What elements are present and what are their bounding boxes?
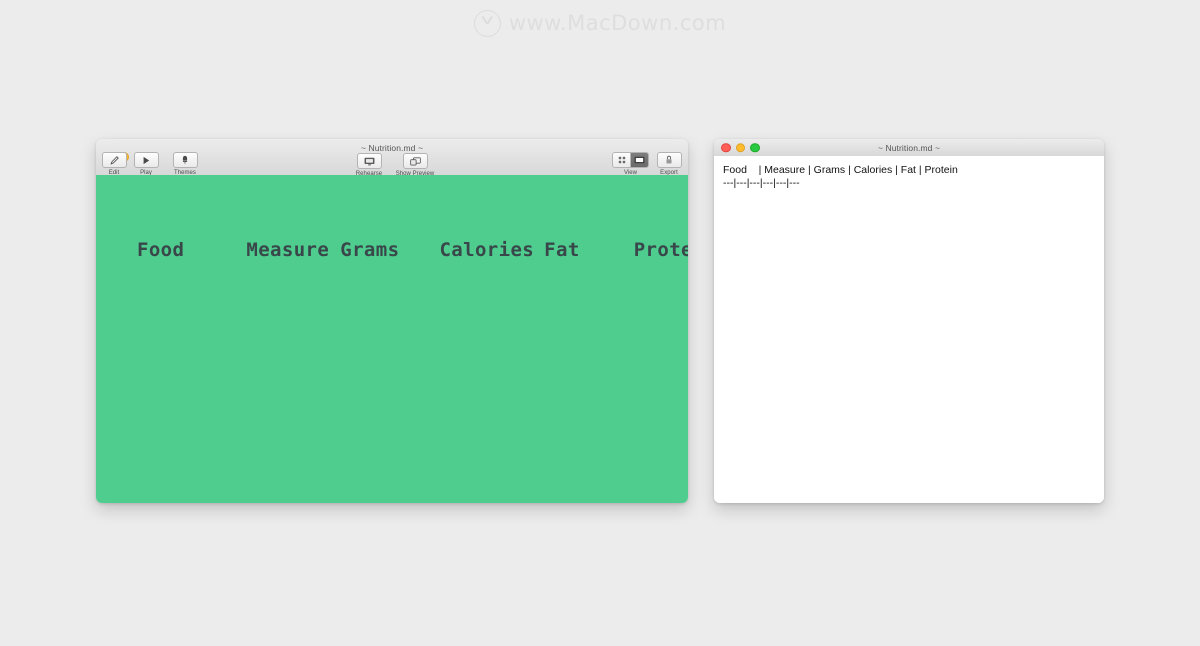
toolbar-center-group: Rehearse Show Preview [350, 153, 434, 177]
toolbar-right-group: View Export [612, 152, 682, 176]
markdown-text-area[interactable]: Food | Measure | Grams | Calories | Fat … [714, 156, 1104, 503]
markdown-editor-window[interactable]: ~ Nutrition.md ~ Food | Measure | Grams … [714, 139, 1104, 503]
edit-button[interactable]: Edit [101, 152, 127, 176]
deck-toolbar: Edit Play Themes Rehearse Show Preview V… [96, 152, 688, 177]
grid-view-icon[interactable] [613, 153, 630, 167]
watermark-text: www.MacDown.com [508, 11, 727, 35]
macdown-watermark: www.MacDown.com [0, 6, 1200, 40]
overlapping-windows-icon [402, 153, 428, 169]
view-control[interactable]: View [612, 152, 649, 176]
slide-column-calories: Calories [439, 239, 535, 261]
slide-table-header-row: Food Measure Grams Calories Fat Protein [96, 239, 688, 261]
slide-column-fat: Fat [544, 239, 580, 261]
close-button[interactable] [721, 142, 731, 153]
slide-column-food: Food [137, 239, 185, 261]
slide-column-measure: Measure [246, 239, 330, 261]
markdown-line: Food | Measure | Grams | Calories | Fat … [723, 164, 958, 176]
slide-column-grams: Grams [340, 239, 400, 261]
deck-titlebar[interactable]: ~ Nutrition.md ~ Edit Play Themes Rehear… [96, 139, 688, 177]
play-button[interactable]: Play [133, 152, 159, 176]
zoom-button[interactable] [750, 142, 760, 153]
editor-window-title: ~ Nutrition.md ~ [877, 142, 941, 153]
show-preview-button[interactable]: Show Preview [396, 153, 434, 177]
slide-column-protein: Protein [633, 239, 688, 261]
macdown-circle-logo-icon [473, 9, 501, 37]
play-triangle-icon [133, 152, 159, 168]
editor-traffic-lights [721, 142, 760, 153]
editor-titlebar[interactable]: ~ Nutrition.md ~ [714, 139, 1104, 157]
presentation-window[interactable]: ~ Nutrition.md ~ Edit Play Themes Rehear… [96, 139, 688, 503]
export-lock-icon [656, 152, 682, 168]
display-screen-icon [356, 153, 382, 169]
rehearse-button[interactable]: Rehearse [350, 153, 388, 177]
pencil-icon [101, 152, 127, 168]
slide-canvas: Food Measure Grams Calories Fat Protein [96, 175, 688, 503]
toolbar-left-group: Edit Play Themes [101, 152, 204, 176]
export-button[interactable]: Export [656, 152, 682, 176]
markdown-line: ---|---|---|---|---|--- [723, 177, 800, 189]
themes-button[interactable]: Themes [166, 152, 204, 176]
minimize-button[interactable] [735, 142, 745, 153]
view-segmented-icon[interactable] [612, 152, 649, 168]
paintbrush-icon [172, 152, 198, 168]
presentation-view-icon[interactable] [630, 153, 648, 167]
